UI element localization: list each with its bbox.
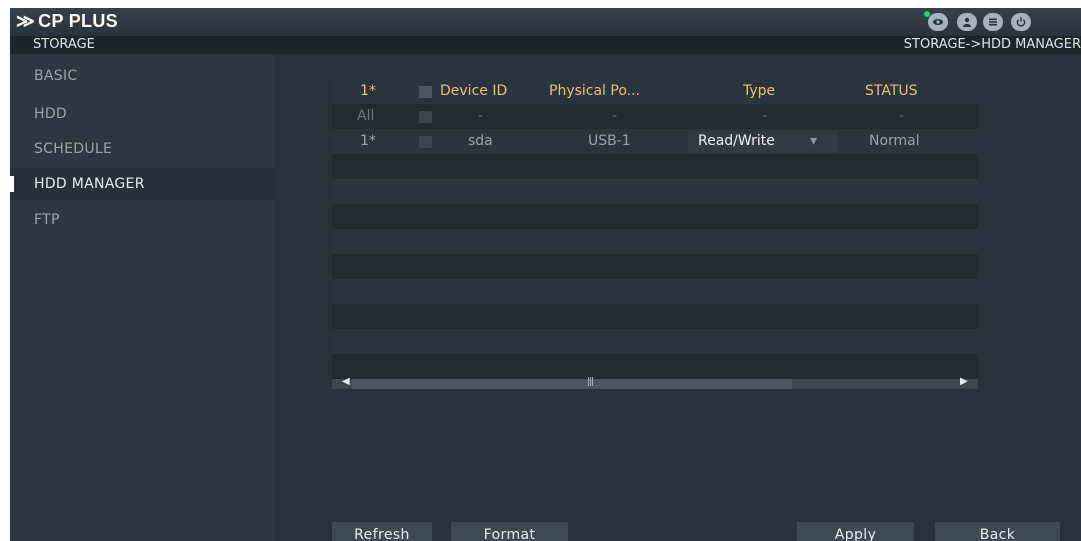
row-all-checkbox[interactable] bbox=[419, 111, 432, 123]
row-status: Normal bbox=[869, 133, 920, 149]
header-status[interactable]: STATUS bbox=[865, 83, 918, 99]
table-row-empty bbox=[332, 354, 978, 379]
sidebar-item-label: HDD bbox=[34, 106, 67, 122]
back-button[interactable]: Back bbox=[935, 522, 1060, 541]
refresh-button[interactable]: Refresh bbox=[332, 522, 432, 541]
row-physical-port: USB-1 bbox=[588, 133, 631, 149]
horizontal-scrollbar[interactable]: ◀ ||| ▶ bbox=[332, 376, 978, 389]
table-row-empty bbox=[332, 254, 978, 279]
sidebar-item-hdd-manager[interactable]: HDD MANAGER bbox=[10, 168, 275, 200]
table-header-row: 1* Device ID Physical Po... Type STATUS bbox=[332, 79, 978, 104]
power-icon[interactable] bbox=[1011, 13, 1031, 31]
table-row-empty bbox=[332, 179, 978, 204]
sidebar-item-label: FTP bbox=[34, 212, 60, 228]
sidebar-item-ftp[interactable]: FTP bbox=[10, 204, 275, 236]
row-checkbox[interactable] bbox=[419, 136, 432, 148]
cp-plus-logo-icon: ≫ bbox=[16, 11, 36, 31]
sidebar: BASIC HDD SCHEDULE HDD MANAGER FTP bbox=[10, 54, 275, 541]
table-row-empty bbox=[332, 329, 978, 354]
format-button[interactable]: Format bbox=[451, 522, 568, 541]
main-content: 1* Device ID Physical Po... Type STATUS … bbox=[275, 54, 1081, 541]
table-row-empty bbox=[332, 279, 978, 304]
select-all-checkbox[interactable] bbox=[419, 86, 432, 98]
header-physical-port[interactable]: Physical Po... bbox=[549, 83, 640, 99]
sidebar-item-label: HDD MANAGER bbox=[34, 176, 145, 192]
chevron-down-icon: ▾ bbox=[810, 133, 818, 149]
sidebar-item-hdd[interactable]: HDD bbox=[10, 98, 275, 130]
scroll-right-icon[interactable]: ▶ bbox=[960, 376, 968, 387]
brand-logo: ≫ CP PLUS bbox=[16, 11, 118, 32]
header-index: 1* bbox=[360, 83, 376, 99]
table-row-empty bbox=[332, 154, 978, 179]
row-device-id: sda bbox=[468, 133, 493, 149]
table-row-all: All - - - - bbox=[332, 104, 978, 129]
table-row-empty bbox=[332, 229, 978, 254]
table-row-empty bbox=[332, 204, 978, 229]
sidebar-item-schedule[interactable]: SCHEDULE bbox=[10, 133, 275, 165]
row-status: - bbox=[899, 108, 905, 124]
type-dropdown-value: Read/Write bbox=[698, 133, 775, 149]
breadcrumb: STORAGE->HDD MANAGER bbox=[903, 37, 1081, 52]
apply-button[interactable]: Apply bbox=[797, 522, 914, 541]
sidebar-item-basic[interactable]: BASIC bbox=[10, 60, 275, 92]
menu-icon[interactable] bbox=[983, 13, 1003, 31]
hdd-table: 1* Device ID Physical Po... Type STATUS … bbox=[332, 79, 978, 389]
sidebar-item-label: SCHEDULE bbox=[34, 141, 113, 157]
header-type[interactable]: Type bbox=[743, 83, 775, 99]
sub-header: STORAGE STORAGE->HDD MANAGER bbox=[10, 36, 1081, 54]
live-view-icon[interactable] bbox=[928, 13, 948, 31]
table-row[interactable]: 1* sda USB-1 Read/Write ▾ Normal bbox=[332, 129, 978, 154]
row-physical-port: - bbox=[612, 108, 618, 124]
user-icon[interactable] bbox=[957, 13, 977, 31]
row-index: 1* bbox=[360, 133, 376, 149]
type-dropdown[interactable]: Read/Write ▾ bbox=[688, 131, 838, 153]
sidebar-item-label: BASIC bbox=[34, 68, 78, 84]
app-window: ≫ CP PLUS STORAGE STORAGE->HDD MANAGER BA… bbox=[10, 8, 1081, 541]
top-bar: ≫ CP PLUS bbox=[10, 8, 1081, 36]
section-title: STORAGE bbox=[33, 37, 95, 52]
row-index: All bbox=[357, 108, 375, 124]
scrollbar-thumb[interactable]: ||| bbox=[352, 377, 792, 389]
row-type: - bbox=[762, 108, 768, 124]
header-device-id[interactable]: Device ID bbox=[440, 83, 507, 99]
brand-name: CP PLUS bbox=[38, 11, 118, 31]
table-row-empty bbox=[332, 304, 978, 329]
scroll-left-icon[interactable]: ◀ bbox=[342, 376, 350, 387]
scrollbar-grip-icon: ||| bbox=[587, 377, 594, 387]
row-device-id: - bbox=[478, 108, 484, 124]
active-marker bbox=[10, 176, 14, 192]
